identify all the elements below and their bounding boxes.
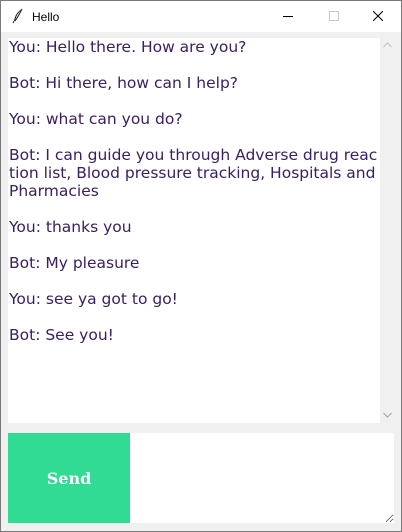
scroll-down-button[interactable] bbox=[380, 408, 395, 423]
close-icon bbox=[373, 11, 383, 21]
window-title: Hello bbox=[32, 10, 60, 24]
close-button[interactable] bbox=[355, 1, 401, 32]
chat-message: You: what can you do? bbox=[9, 110, 183, 128]
message-input[interactable] bbox=[130, 433, 394, 523]
minimize-icon bbox=[283, 16, 293, 17]
chevron-up-icon bbox=[383, 42, 392, 48]
chat-message: Bot: Hi there, how can I help? bbox=[9, 74, 239, 92]
chat-message: Bot: I can guide you through Adverse dru… bbox=[9, 146, 380, 200]
maximize-button[interactable] bbox=[311, 1, 357, 32]
title-bar: Hello bbox=[1, 1, 401, 32]
send-button[interactable]: Send bbox=[8, 433, 130, 523]
app-window: Hello You: Hello there. How are you? Bot… bbox=[0, 0, 402, 532]
scroll-up-button[interactable] bbox=[380, 38, 395, 53]
chat-log[interactable]: You: Hello there. How are you? Bot: Hi t… bbox=[8, 38, 380, 423]
chat-message: Bot: My pleasure bbox=[9, 254, 140, 272]
chat-scrollbar[interactable] bbox=[380, 38, 395, 423]
feather-icon bbox=[10, 8, 26, 24]
chevron-down-icon bbox=[383, 412, 392, 418]
maximize-icon bbox=[329, 11, 339, 21]
chat-message: You: see ya got to go! bbox=[9, 290, 178, 308]
chat-message: You: Hello there. How are you? bbox=[9, 38, 247, 56]
minimize-button[interactable] bbox=[265, 1, 311, 32]
chat-messages: You: Hello there. How are you? Bot: Hi t… bbox=[9, 38, 379, 362]
chat-message: You: thanks you bbox=[9, 218, 132, 236]
chat-message: Bot: See you! bbox=[9, 326, 114, 344]
